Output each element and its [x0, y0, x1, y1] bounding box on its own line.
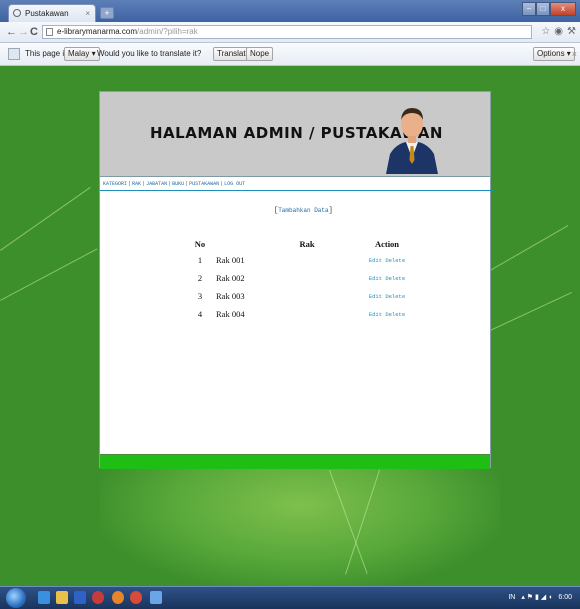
- tray-icons[interactable]: ▴ ⚑ ▮ ◢ ◖: [521, 587, 552, 609]
- wrench-icon[interactable]: ⚒: [567, 25, 576, 39]
- options-button[interactable]: Options ▾: [533, 47, 575, 61]
- ie-icon[interactable]: [38, 591, 50, 604]
- menu-item-kategori[interactable]: KATEGORI: [103, 181, 127, 187]
- desktop-swoosh: [490, 225, 569, 271]
- rak-table: No Rak Action 1 Rak 001 Edit Delete 2 Ra…: [188, 236, 422, 323]
- chrome-icon[interactable]: [130, 591, 142, 604]
- infobar-close-icon[interactable]: ×: [572, 43, 577, 65]
- url-path: /admin/?pilih=rak: [137, 27, 198, 36]
- forward-icon[interactable]: →: [18, 25, 29, 39]
- table-row: 4 Rak 004 Edit Delete: [188, 305, 422, 323]
- delete-link[interactable]: Delete: [385, 293, 405, 300]
- menu-item-rak[interactable]: RAK: [132, 181, 141, 187]
- translate-infobar: This page is in Malay ▾ Would you like t…: [0, 43, 580, 66]
- table-header-row: No Rak Action: [188, 236, 422, 251]
- close-window-icon[interactable]: x: [550, 2, 576, 16]
- edit-link[interactable]: Edit: [369, 293, 382, 300]
- column-header-no: No: [194, 238, 206, 249]
- header-banner: HALAMAN ADMIN / PUSTAKAWAN: [100, 92, 490, 177]
- back-icon[interactable]: ←: [6, 25, 17, 39]
- table-row: 3 Rak 003 Edit Delete: [188, 287, 422, 305]
- rak-name: Rak 003: [216, 291, 245, 301]
- tab-title: Pustakawan: [25, 9, 69, 18]
- admin-panel: HALAMAN ADMIN / PUSTAKAWAN KATEGORI|RAK|…: [99, 91, 493, 469]
- delete-link[interactable]: Delete: [385, 311, 405, 318]
- add-data-link-wrapper: [Tambahkan Data]: [274, 207, 333, 215]
- row-number: 4: [197, 309, 203, 319]
- column-header-action: Action: [374, 238, 400, 249]
- page-icon: [46, 28, 53, 36]
- reload-icon[interactable]: C: [30, 25, 38, 39]
- desktop-swoosh: [490, 291, 572, 331]
- browser-toolbar: ← → C e-librarymanarma.com/admin/?pilih=…: [0, 22, 580, 43]
- row-number: 2: [197, 273, 203, 283]
- menu-item-pustakawan[interactable]: PUSTAKAWAN: [189, 181, 219, 187]
- tab-close-icon[interactable]: ×: [85, 5, 90, 22]
- admin-menu: KATEGORI|RAK|JABATAN|BUKU|PUSTAKAWAN|LOG…: [100, 178, 493, 191]
- url-domain: e-librarymanarma.com: [57, 27, 138, 36]
- toolbar-actions: ☆ ◉ ⚒: [541, 25, 576, 39]
- add-data-link[interactable]: Tambahkan Data: [278, 207, 328, 214]
- address-bar[interactable]: e-librarymanarma.com/admin/?pilih=rak: [42, 25, 532, 39]
- rak-name: Rak 004: [216, 309, 245, 319]
- row-actions: Edit Delete: [352, 287, 422, 305]
- extension-icon[interactable]: ◉: [554, 25, 563, 39]
- row-actions: Edit Delete: [352, 305, 422, 323]
- page-favicon-icon: [13, 9, 21, 17]
- row-actions: Edit Delete: [352, 251, 422, 269]
- table-row: 1 Rak 001 Edit Delete: [188, 251, 422, 269]
- rak-name: Rak 002: [216, 273, 245, 283]
- nope-button[interactable]: Nope: [246, 47, 274, 61]
- clock[interactable]: 6:00: [558, 587, 572, 609]
- bookmark-star-icon[interactable]: ☆: [541, 25, 550, 39]
- menu-item-buku[interactable]: BUKU: [172, 181, 184, 187]
- edit-link[interactable]: Edit: [369, 257, 382, 264]
- language-indicator[interactable]: IN: [508, 587, 515, 609]
- delete-link[interactable]: Delete: [385, 275, 405, 282]
- maximize-icon[interactable]: □: [536, 2, 550, 16]
- desktop-swoosh: [0, 186, 91, 251]
- desktop-swoosh: [0, 248, 98, 301]
- start-button[interactable]: [6, 588, 26, 608]
- window-controls: – □ x: [522, 2, 576, 16]
- rak-name: Rak 001: [216, 255, 245, 265]
- new-tab-button[interactable]: +: [100, 7, 114, 19]
- browser-tab[interactable]: Pustakawan ×: [8, 4, 96, 22]
- edit-link[interactable]: Edit: [369, 275, 382, 282]
- menu-item-logout[interactable]: LOG OUT: [224, 181, 245, 187]
- admin-avatar-image: [386, 108, 438, 174]
- footer-bar: [100, 454, 490, 469]
- minimize-icon[interactable]: –: [522, 2, 536, 16]
- menu-item-jabatan[interactable]: JABATAN: [146, 181, 167, 187]
- column-header-spacer: [212, 236, 262, 251]
- row-number: 3: [197, 291, 203, 301]
- folder-icon[interactable]: [56, 591, 68, 604]
- edit-link[interactable]: Edit: [369, 311, 382, 318]
- word-icon[interactable]: [74, 591, 86, 604]
- system-tray: IN ▴ ⚑ ▮ ◢ ◖ 6:00: [508, 587, 572, 609]
- translate-question: Would you like to translate it?: [97, 49, 202, 58]
- browser-titlebar: Pustakawan × + – □ x: [0, 0, 580, 22]
- window-icon[interactable]: [150, 591, 162, 604]
- row-actions: Edit Delete: [352, 269, 422, 287]
- row-number: 1: [197, 255, 203, 265]
- delete-link[interactable]: Delete: [385, 257, 405, 264]
- firefox-icon[interactable]: [112, 591, 124, 604]
- taskbar: IN ▴ ⚑ ▮ ◢ ◖ 6:00: [0, 586, 580, 609]
- language-select[interactable]: Malay ▾: [64, 47, 100, 61]
- translate-icon: [8, 48, 20, 60]
- column-header-rak: Rak: [299, 238, 315, 249]
- table-row: 2 Rak 002 Edit Delete: [188, 269, 422, 287]
- opera-icon[interactable]: [92, 591, 104, 604]
